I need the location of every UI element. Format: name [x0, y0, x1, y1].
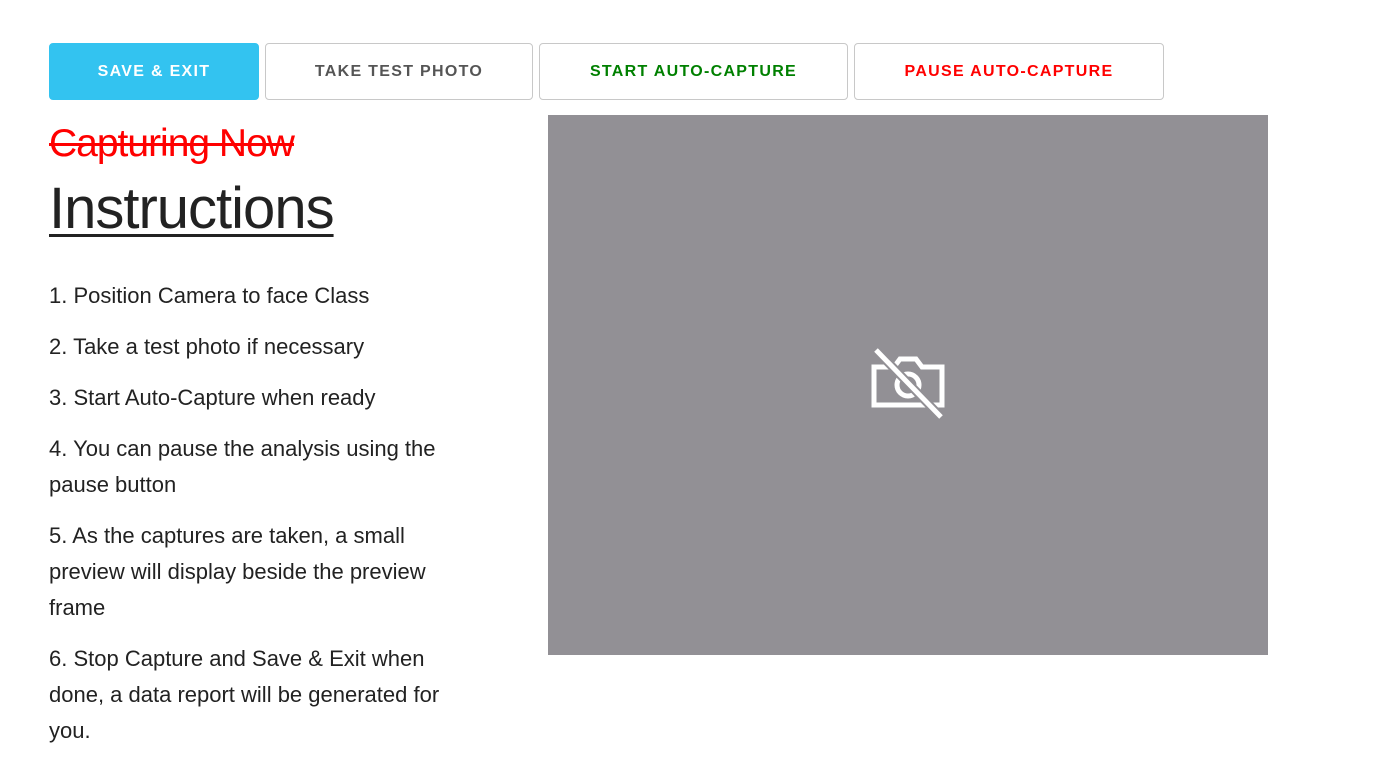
start-auto-capture-button[interactable]: START AUTO-CAPTURE — [539, 43, 848, 100]
toolbar: SAVE & EXIT TAKE TEST PHOTO START AUTO-C… — [49, 43, 1164, 100]
take-test-photo-button[interactable]: TAKE TEST PHOTO — [265, 43, 533, 100]
capture-page: SAVE & EXIT TAKE TEST PHOTO START AUTO-C… — [0, 0, 1375, 781]
instruction-step: 6. Stop Capture and Save & Exit when don… — [49, 646, 440, 743]
instructions-title: Instructions — [49, 176, 335, 241]
instruction-step: 5. As the captures are taken, a small pr… — [49, 523, 426, 620]
camera-off-icon — [871, 347, 945, 421]
camera-preview — [548, 115, 1268, 655]
instruction-step: 4. You can pause the analysis using the … — [49, 436, 436, 497]
pause-auto-capture-button[interactable]: PAUSE AUTO-CAPTURE — [854, 43, 1164, 100]
instruction-step: 1. Position Camera to face Class — [49, 283, 370, 308]
instructions-list: 1. Position Camera to face Class 2. Take… — [49, 278, 469, 749]
instruction-step: 2. Take a test photo if necessary — [49, 334, 365, 359]
capture-status: Capturing Now — [49, 122, 295, 165]
instruction-step: 3. Start Auto-Capture when ready — [49, 385, 376, 410]
instructions-panel: Capturing Now Instructions 1. Position C… — [49, 118, 469, 764]
save-exit-button[interactable]: SAVE & EXIT — [49, 43, 259, 100]
